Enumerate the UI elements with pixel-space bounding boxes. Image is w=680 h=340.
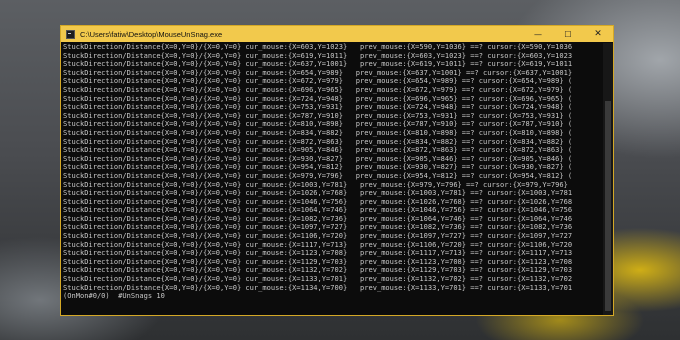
console-window[interactable]: C:\Users\fatiw\Desktop\MouseUnSnag.exe —…: [60, 25, 614, 316]
window-controls: — ☐ ✕: [523, 26, 613, 42]
title-bar[interactable]: C:\Users\fatiw\Desktop\MouseUnSnag.exe —…: [61, 26, 613, 42]
vertical-scrollbar[interactable]: [603, 43, 613, 315]
maximize-icon[interactable]: ☐: [553, 26, 583, 42]
minimize-icon[interactable]: —: [523, 26, 553, 42]
window-title: C:\Users\fatiw\Desktop\MouseUnSnag.exe: [80, 29, 223, 39]
console-app-icon: [66, 29, 75, 39]
console-output[interactable]: StuckDirection/Distance{X=0,Y=0}/{X=0,Y=…: [63, 43, 603, 315]
close-icon[interactable]: ✕: [583, 26, 613, 42]
status-line: (OnMon#0/0) #UnSnags 10: [63, 291, 165, 301]
scrollbar-thumb[interactable]: [605, 101, 611, 311]
